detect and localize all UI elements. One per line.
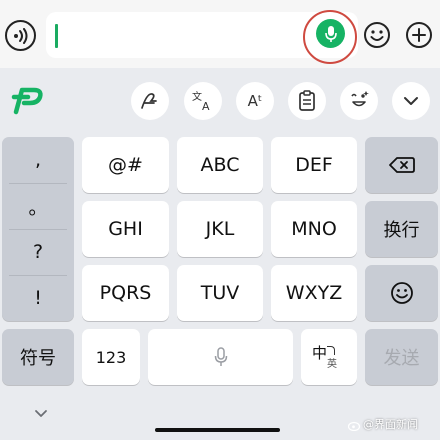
voice-input-button[interactable] [316,19,345,48]
key-symbols-at[interactable]: @# [82,137,169,193]
emoji-button[interactable] [362,20,392,50]
punct-comma-key[interactable]: , [2,137,74,183]
key-def[interactable]: DEF [271,137,357,193]
key-mno[interactable]: MNO [271,201,357,257]
newline-key[interactable]: 换行 [365,201,438,257]
backspace-icon [388,157,415,173]
translate-tool[interactable]: 文 A [184,82,222,120]
send-key[interactable]: 发送 [365,329,438,385]
key-wxyz[interactable]: WXYZ [271,265,357,321]
text-caret [55,24,58,48]
translate-icon: 文 A [192,90,210,112]
emoticon-icon [351,91,369,107]
symbols-key[interactable]: 符号 [2,329,74,385]
add-button[interactable] [404,20,434,50]
key-ghi[interactable]: GHI [82,201,169,257]
weibo-logo-icon [347,416,361,432]
microphone-icon [324,25,337,42]
emoji-icon [390,282,413,304]
language-switch-glyph: 中 英 [312,342,346,372]
font-size-icon: Aᵗ [247,92,263,110]
numbers-key[interactable]: 123 [82,329,140,385]
emoji-icon [364,22,390,48]
watermark-text: @界面新闻 [363,418,418,431]
punct-exclaim-key[interactable]: ! [2,275,74,321]
font-size-tool[interactable]: Aᵗ [236,82,274,120]
punct-question-key[interactable]: ? [2,229,74,275]
clipboard-tool[interactable] [288,82,326,120]
chevron-down-icon [35,410,47,417]
handwriting-tool[interactable] [131,82,169,120]
backspace-key[interactable] [365,137,438,193]
translate-glyph-a: A [202,100,210,112]
emoticon-tool[interactable] [340,82,378,120]
emoji-key[interactable] [365,265,438,321]
punctuation-column: , 。 ? ! [2,137,74,321]
translate-glyph-zh: 文 [192,90,202,103]
collapse-keyboard-button[interactable] [33,406,49,422]
keyboard-logo[interactable] [10,86,46,116]
home-indicator[interactable] [155,428,280,432]
switch-arrow-icon [327,346,335,355]
voice-toggle-icon [13,27,27,44]
language-switch-key[interactable]: 中 英 [301,329,357,385]
punct-period-key[interactable]: 。 [2,183,74,229]
keyboard-logo-icon [11,87,43,115]
key-jkl[interactable]: JKL [177,201,263,257]
key-tuv[interactable]: TUV [177,265,263,321]
collapse-toolbar-button[interactable] [392,82,430,120]
microphone-icon [214,347,227,366]
space-key[interactable] [148,329,293,385]
voice-toggle-button[interactable] [5,20,36,51]
lang-chinese-label: 中 [312,344,328,362]
plus-icon [406,22,432,48]
lang-english-label: 英 [327,359,337,370]
key-pqrs[interactable]: PQRS [82,265,169,321]
key-abc[interactable]: ABC [177,137,263,193]
clipboard-icon [299,90,315,111]
handwriting-icon [141,93,157,109]
chevron-down-icon [404,97,418,105]
